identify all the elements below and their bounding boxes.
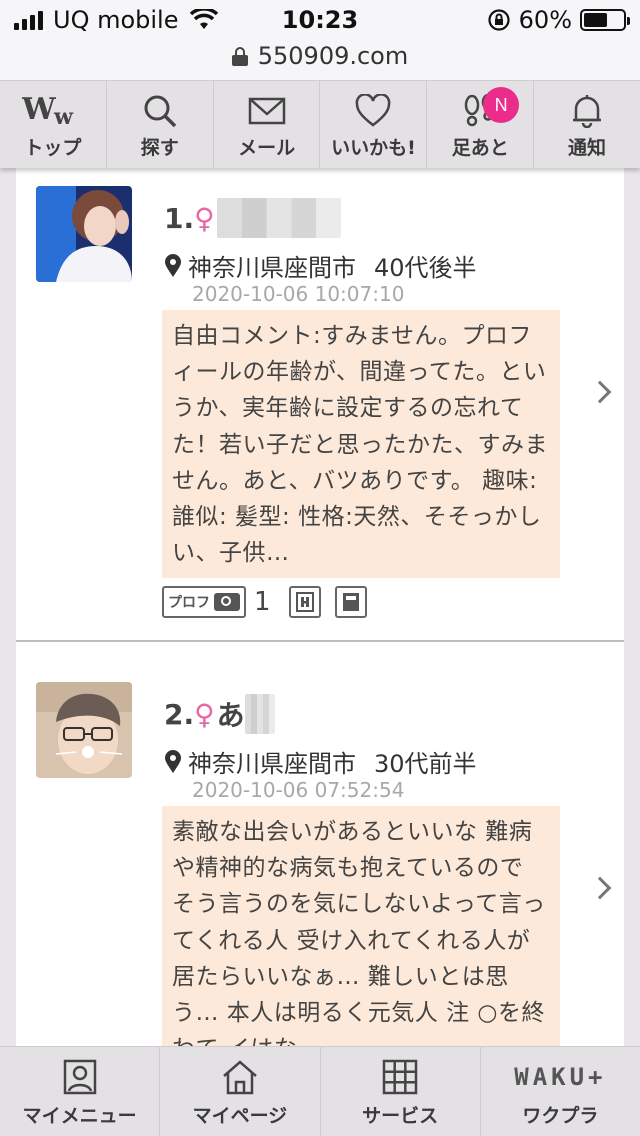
nav-my-page[interactable]: マイページ [160, 1047, 321, 1136]
nav-services[interactable]: サービス [321, 1047, 481, 1136]
nav-wakupla[interactable]: WAKU+ ワクプラ [481, 1047, 640, 1136]
nav-search-label: 探す [140, 137, 179, 159]
nav-like[interactable]: いいかも! [320, 81, 428, 168]
female-icon: ♀ [194, 697, 215, 731]
age-text: 40代後半 [374, 254, 477, 282]
chevron-right-icon[interactable] [588, 380, 612, 404]
comment-box: 素敵な出会いがあるといいな 難病や精神的な病気も抱えているので そう言うのを気に… [162, 806, 560, 1046]
prof-label: プロフ [168, 595, 210, 611]
avatar[interactable] [36, 186, 132, 282]
location-row: 神奈川県座間市 30代前半 [164, 744, 477, 779]
age-text: 30代前半 [374, 750, 477, 778]
nav-footprints[interactable]: 足あと N [427, 81, 535, 168]
search-icon [142, 93, 178, 129]
hotel-icon [288, 586, 321, 618]
heart-icon [355, 93, 391, 129]
battery-icon [580, 9, 630, 31]
bottom-nav: マイメニュー マイページ サービス WAKU+ ワクプラ [0, 1046, 640, 1136]
nav-top[interactable]: W w トップ [0, 81, 107, 168]
post-datetime: 2020-10-06 07:52:54 [192, 778, 405, 802]
location-text: 神奈川県座間市 [188, 750, 356, 778]
camera-icon [214, 593, 240, 611]
location-row: 神奈川県座間市 40代後半 [164, 248, 477, 283]
profile-list: 1. ♀ 神奈川県座間市 40代後半 2020-10-06 10:07:10 自… [16, 168, 624, 1046]
name-row: 2. ♀ あ [164, 694, 275, 734]
nav-mail-label: メール [238, 137, 296, 159]
nav-notify[interactable]: 通知 [534, 81, 640, 168]
nav-notify-label: 通知 [568, 137, 607, 159]
nav-mail[interactable]: メール [214, 81, 321, 168]
rank-number: 2. [164, 697, 195, 731]
nav-my-menu[interactable]: マイメニュー [0, 1047, 161, 1136]
location-text: 神奈川県座間市 [188, 254, 356, 282]
top-nav: W w トップ 探す メール いいかも! 足あと N 通知 [0, 80, 640, 168]
nav-top-label: トップ [24, 137, 82, 159]
orientation-lock-icon [488, 9, 510, 31]
nav-search[interactable]: 探す [107, 81, 214, 168]
profile-card[interactable]: 2. ♀ あ 神奈川県座間市 30代前半 2020-10-06 07:52:54… [16, 664, 624, 1046]
nav-wakupla-label: ワクプラ [522, 1105, 599, 1127]
person-card-icon [63, 1059, 97, 1095]
post-datetime: 2020-10-06 10:07:10 [192, 282, 405, 306]
home-icon [221, 1059, 259, 1095]
mail-icon [248, 93, 286, 129]
address-bar[interactable]: 550909.com [0, 40, 640, 80]
grid-icon [382, 1059, 418, 1095]
nav-my-menu-label: マイメニュー [22, 1105, 137, 1127]
lock-icon [231, 47, 248, 66]
bell-icon [571, 93, 603, 129]
blurred-name-mosaic [244, 694, 275, 734]
svg-text:w: w [53, 104, 74, 127]
document-icon [334, 586, 367, 618]
battery-percent: 60% [518, 6, 572, 34]
nav-footprints-label: 足あと [451, 137, 509, 159]
divider [16, 640, 624, 642]
nav-services-label: サービス [362, 1105, 439, 1127]
location-pin-icon [165, 253, 181, 277]
location-pin-icon [165, 749, 181, 773]
avatar[interactable] [36, 682, 132, 778]
chevron-right-icon[interactable] [588, 876, 612, 900]
status-right: 60% [487, 6, 630, 34]
status-bar: UQ mobile 10:23 60% [0, 0, 640, 40]
female-icon: ♀ [194, 201, 215, 235]
new-badge: N [483, 87, 520, 123]
prof-photo-tag: プロフ [162, 586, 246, 618]
ww-logo-icon: W w [22, 93, 84, 129]
waku-logo: WAKU+ [514, 1063, 607, 1091]
url-text[interactable]: 550909.com [258, 42, 409, 70]
profile-tags: プロフ 1 [162, 586, 373, 618]
svg-text:W: W [22, 95, 57, 127]
name-row: 1. ♀ [164, 198, 341, 238]
profile-card[interactable]: 1. ♀ 神奈川県座間市 40代後半 2020-10-06 10:07:10 自… [16, 168, 624, 640]
photo-count: 1 [254, 587, 271, 617]
rank-number: 1. [164, 201, 195, 235]
comment-box: 自由コメント:すみません。プロフィールの年齢が、間違ってた。というか、実年齢に設… [162, 310, 560, 578]
nav-like-label: いいかも! [331, 137, 416, 159]
nav-my-page-label: マイページ [192, 1105, 288, 1127]
user-name: あ [216, 699, 245, 732]
blurred-name-mosaic [216, 198, 341, 238]
